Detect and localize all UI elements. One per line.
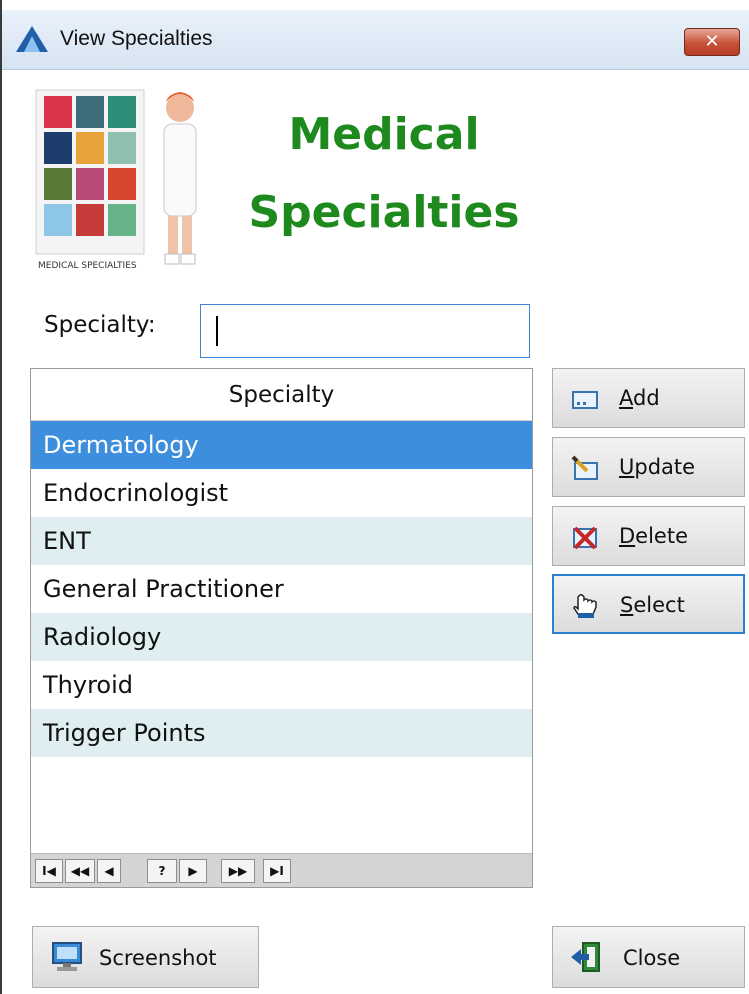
delete-button[interactable]: Delete <box>552 506 745 566</box>
table-row[interactable]: Radiology <box>31 613 532 661</box>
next-record-button[interactable]: ▶ <box>179 859 207 883</box>
table-row[interactable]: Dermatology <box>31 421 532 469</box>
heading-line-2: Specialties <box>248 187 520 238</box>
find-record-button[interactable]: ? <box>147 859 177 883</box>
table-row[interactable]: ENT <box>31 517 532 565</box>
delete-x-icon <box>573 526 597 550</box>
close-button-label: Close <box>623 946 681 970</box>
specialty-grid: Specialty Dermatology Endocrinologist EN… <box>30 368 533 888</box>
record-navigator: I◀ ◀◀ ◀ ? ▶ ▶▶ ▶I <box>31 853 532 887</box>
edit-pencil-icon <box>571 455 598 480</box>
table-row[interactable]: Thyroid <box>31 661 532 709</box>
add-record-icon <box>572 391 598 409</box>
exit-door-icon <box>571 942 600 972</box>
add-button[interactable]: Add <box>552 368 745 428</box>
text-caret <box>216 316 218 346</box>
close-window-button[interactable]: ✕ <box>684 28 740 56</box>
previous-page-button[interactable]: ◀◀ <box>65 859 95 883</box>
pointing-hand-icon <box>573 594 597 618</box>
next-page-button[interactable]: ▶▶ <box>221 859 255 883</box>
window-title: View Specialties <box>60 27 213 50</box>
table-row[interactable]: General Practitioner <box>31 565 532 613</box>
update-button-label: Update <box>619 455 696 479</box>
update-button[interactable]: Update <box>552 437 745 497</box>
select-button-label: Select <box>620 593 685 617</box>
specialty-search-input[interactable] <box>200 304 530 358</box>
svg-text:MEDICAL SPECIALTIES: MEDICAL SPECIALTIES <box>38 261 137 271</box>
table-row[interactable]: Endocrinologist <box>31 469 532 517</box>
delete-button-label: Delete <box>619 524 688 548</box>
previous-record-button[interactable]: ◀ <box>97 859 121 883</box>
monitor-icon <box>52 942 82 971</box>
column-header-specialty[interactable]: Specialty <box>31 369 532 421</box>
page-heading: Medical Specialties <box>234 96 534 252</box>
screenshot-button-label: Screenshot <box>99 946 217 970</box>
view-specialties-window: View Specialties ✕ MEDICAL SPECIALTIES M… <box>0 0 749 994</box>
medical-specialties-logo: MEDICAL SPECIALTIES <box>35 89 197 271</box>
app-logo-icon <box>16 26 48 52</box>
specialty-search-label: Specialty: <box>44 312 156 338</box>
add-button-label: Add <box>619 386 660 410</box>
first-record-button[interactable]: I◀ <box>35 859 63 883</box>
last-record-button[interactable]: ▶I <box>263 859 291 883</box>
close-button[interactable]: Close <box>552 926 745 988</box>
title-bar: View Specialties ✕ <box>2 10 749 70</box>
heading-line-1: Medical <box>288 109 480 160</box>
table-row[interactable]: Trigger Points <box>31 709 532 757</box>
select-button[interactable]: Select <box>552 574 745 634</box>
screenshot-button[interactable]: Screenshot <box>32 926 259 988</box>
